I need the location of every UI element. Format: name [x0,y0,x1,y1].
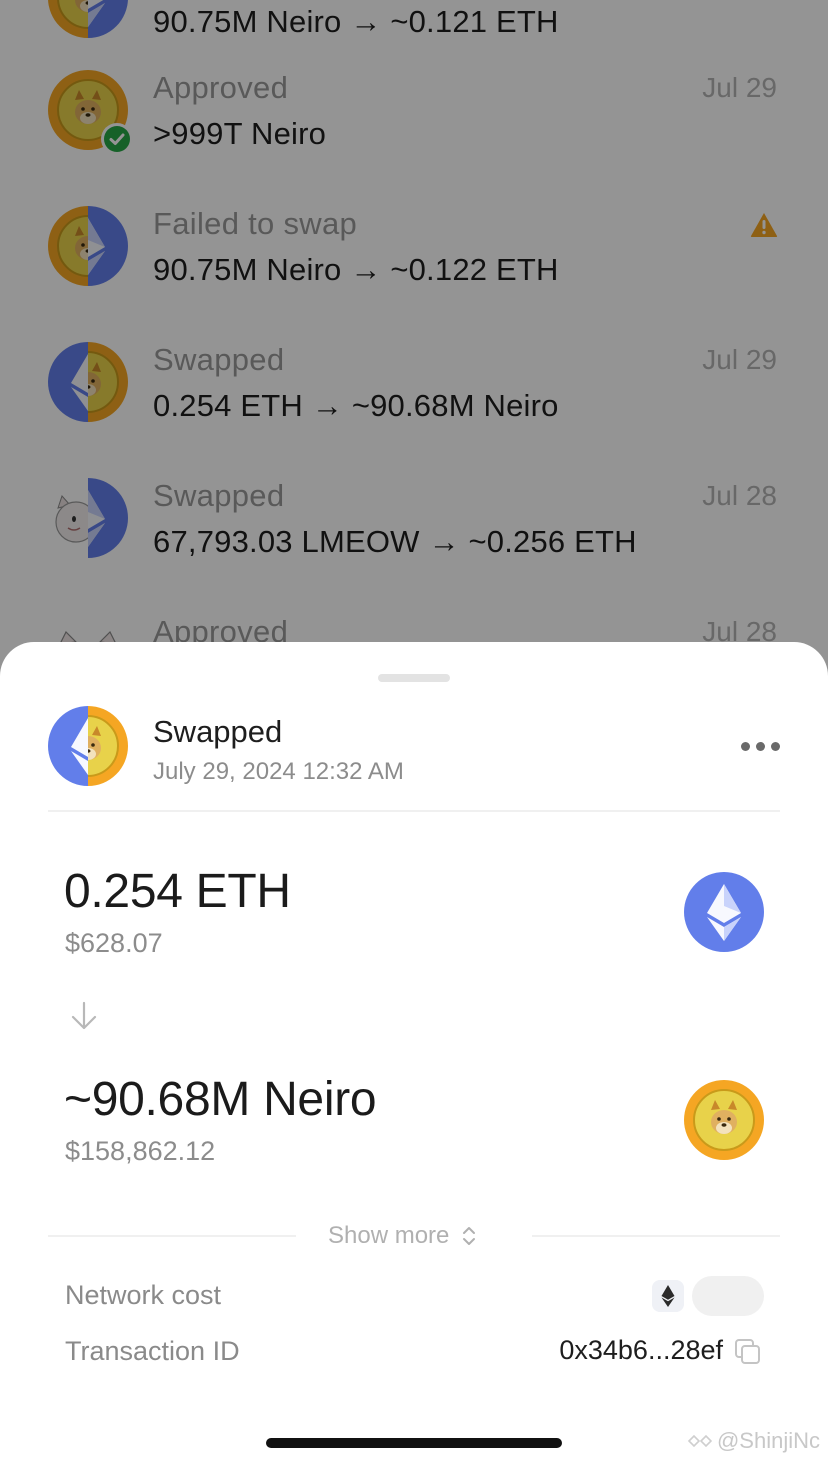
checkmark-icon [101,123,133,155]
transaction-id-label: Transaction ID [65,1336,240,1366]
dot-icon [770,741,780,751]
dot-icon [755,741,765,751]
swap-pair-icon [48,0,128,38]
neiro-token-icon [684,1080,764,1160]
activity-detail: 90.75M Neiro → ~0.122 ETH [153,252,559,287]
from-usd-value: $628.07 [65,928,163,958]
activity-title: Approved [153,70,289,105]
show-more-label: Show more [328,1222,450,1249]
transaction-title: Swapped [153,714,283,749]
transaction-details-sheet: Swapped July 29, 2024 12:32 AM 0.254 ETH… [0,642,828,1464]
watermark-logo-icon [687,1434,713,1448]
activity-title: Failed to swap [153,206,358,241]
activity-detail: 90.75M Neiro → ~0.121 ETH [153,4,559,39]
copy-icon[interactable] [734,1338,762,1366]
ethereum-icon [652,1280,684,1312]
network-cost-label: Network cost [65,1280,222,1310]
swap-pair-icon [48,706,128,786]
activity-date: Jul 29 [702,344,777,375]
divider [532,1235,780,1237]
activity-detail: >999T Neiro [153,116,327,151]
show-more-button[interactable]: Show more [328,1222,477,1250]
activity-item[interactable]: Failed to swap 90.75M Neiro → ~0.122 ETH [0,206,828,342]
transaction-id-value[interactable]: 0x34b6...28ef [559,1335,723,1366]
activity-item[interactable]: Swapped 67,793.03 LMEOW → ~0.256 ETH Jul… [0,478,828,614]
activity-detail: 0.254 ETH → ~90.68M Neiro [153,388,559,423]
divider [48,1235,296,1237]
activity-title: Swapped [153,478,285,513]
network-cost-value [692,1276,764,1316]
activity-detail: 67,793.03 LMEOW → ~0.256 ETH [153,524,637,559]
activity-list: 90.75M Neiro → ~0.121 ETH Approved >999T… [0,0,828,700]
transaction-datetime: July 29, 2024 12:32 AM [153,758,404,785]
from-amount: 0.254 ETH [64,865,291,918]
swap-pair-icon [48,342,128,422]
swap-pair-icon [48,478,128,558]
to-usd-value: $158,862.12 [65,1136,216,1166]
watermark: @ShinjiNc [687,1428,820,1454]
sheet-grabber[interactable] [378,674,450,682]
watermark-text: @ShinjiNc [716,1428,820,1453]
divider [48,810,780,812]
more-options-button[interactable] [732,732,788,760]
activity-title: Swapped [153,342,285,377]
activity-date: Jul 28 [702,480,777,511]
ethereum-icon [684,872,764,952]
activity-date: Jul 29 [702,72,777,103]
to-amount: ~90.68M Neiro [64,1073,377,1126]
swap-pair-icon [48,206,128,286]
activity-item[interactable]: Swapped 0.254 ETH → ~90.68M Neiro Jul 29 [0,342,828,478]
warning-icon [750,213,778,237]
activity-item[interactable]: Approved >999T Neiro Jul 29 [0,70,828,206]
arrow-down-icon [71,1001,97,1030]
chevron-up-down-icon [463,1227,476,1245]
home-indicator[interactable] [266,1438,562,1448]
dot-icon [740,741,750,751]
